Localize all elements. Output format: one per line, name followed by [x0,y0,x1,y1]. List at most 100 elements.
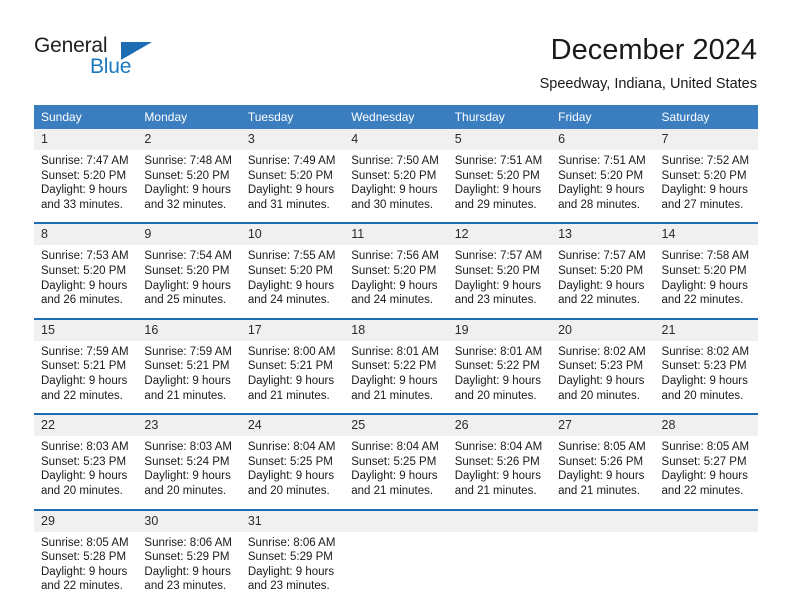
day-sunset-text: Sunset: 5:23 PM [558,360,644,373]
day-cell[interactable]: Sunrise: 7:51 AM Sunset: 5:20 PM Daylight:… [551,150,655,223]
day-daylight-2-text: and 22 minutes. [558,294,640,307]
day-number[interactable]: 4 [344,129,448,150]
day-cell[interactable]: Sunrise: 7:50 AM Sunset: 5:20 PM Daylight:… [344,150,448,223]
day-cell[interactable]: Sunrise: 7:59 AM Sunset: 5:21 PM Daylight:… [34,340,138,414]
day-daylight-1-text: Daylight: 9 hours [454,470,541,483]
day-cell[interactable]: Sunrise: 7:52 AM Sunset: 5:20 PM Daylight:… [654,150,758,223]
day-daylight-2-text: and 23 minutes. [247,580,330,593]
day-cell[interactable]: Sunrise: 7:57 AM Sunset: 5:20 PM Daylight:… [551,245,655,318]
day-cell[interactable]: Sunrise: 7:47 AM Sunset: 5:20 PM Daylight:… [34,150,138,223]
page-subtitle: Speedway, Indiana, United States [539,76,757,92]
day-daylight-2-text: and 25 minutes. [144,294,227,307]
day-number[interactable]: 6 [551,129,655,150]
day-number[interactable]: 24 [240,415,345,437]
day-cell[interactable]: Sunrise: 8:05 AM Sunset: 5:26 PM Daylight:… [551,436,655,509]
day-cell[interactable]: Sunrise: 8:00 AM Sunset: 5:21 PM Daylight:… [240,340,345,414]
day-number[interactable]: 25 [344,415,448,437]
day-cell[interactable]: Sunrise: 7:48 AM Sunset: 5:20 PM Daylight:… [137,150,241,223]
day-number[interactable]: 10 [240,224,345,246]
day-cell[interactable]: Sunrise: 7:49 AM Sunset: 5:20 PM Daylight:… [240,150,345,223]
day-cell[interactable]: Sunrise: 8:06 AM Sunset: 5:29 PM Daylight:… [240,531,345,604]
day-number[interactable]: 1 [34,129,138,150]
week-daynumber-row: 29 30 31 [34,510,758,532]
day-sunset-text: Sunset: 5:20 PM [661,169,747,182]
day-cell[interactable]: Sunrise: 8:03 AM Sunset: 5:24 PM Daylight:… [137,436,241,509]
day-cell[interactable]: Sunrise: 8:05 AM Sunset: 5:27 PM Daylight:… [654,436,758,509]
calendar-body: 1 2 3 4 5 6 7 Sunrise: 7:47 AM Sunset: 5:20 PM Da… [34,129,758,604]
logo-text-general: General [34,34,108,57]
day-cell[interactable]: Sunrise: 7:53 AM Sunset: 5:20 PM Daylight:… [34,245,138,318]
day-number[interactable]: 13 [551,224,655,246]
general-blue-logo[interactable]: General Blue [34,34,154,82]
day-cell[interactable]: Sunrise: 8:04 AM Sunset: 5:25 PM Daylight:… [240,436,345,509]
day-number[interactable]: 19 [447,319,552,341]
day-number[interactable]: 5 [447,129,552,150]
day-number[interactable]: 31 [240,510,345,532]
day-cell[interactable]: Sunrise: 8:02 AM Sunset: 5:23 PM Daylight:… [551,340,655,414]
day-cell[interactable]: Sunrise: 8:01 AM Sunset: 5:22 PM Daylight:… [447,340,552,414]
day-cell[interactable]: Sunrise: 7:56 AM Sunset: 5:20 PM Daylight:… [344,245,448,318]
day-number-empty [551,510,655,532]
day-number[interactable]: 15 [34,319,138,341]
day-number[interactable]: 29 [34,510,138,532]
day-daylight-1-text: Daylight: 9 hours [41,470,128,483]
day-number[interactable]: 7 [654,129,758,150]
day-number[interactable]: 21 [654,319,758,341]
day-number[interactable]: 27 [551,415,655,437]
day-cell[interactable]: Sunrise: 8:04 AM Sunset: 5:25 PM Daylight:… [344,436,448,509]
day-number[interactable]: 12 [447,224,552,246]
day-number[interactable]: 14 [654,224,758,246]
day-cell[interactable]: Sunrise: 7:51 AM Sunset: 5:20 PM Daylight:… [447,150,552,223]
day-daylight-1-text: Daylight: 9 hours [41,565,128,578]
day-daylight-2-text: and 21 minutes. [351,389,434,402]
day-daylight-2-text: and 22 minutes. [41,389,123,402]
day-number[interactable]: 28 [654,415,758,437]
day-cell[interactable]: Sunrise: 7:55 AM Sunset: 5:20 PM Daylight:… [240,245,345,318]
day-daylight-1-text: Daylight: 9 hours [144,470,231,483]
day-sunrise-text: Sunrise: 7:59 AM [144,345,232,358]
day-cell[interactable]: Sunrise: 8:02 AM Sunset: 5:23 PM Daylight:… [654,340,758,414]
day-sunset-text: Sunset: 5:20 PM [351,169,437,182]
day-daylight-1-text: Daylight: 9 hours [351,374,438,387]
weekday-header-thursday: Thursday [447,105,552,129]
day-number[interactable]: 30 [137,510,241,532]
day-cell[interactable]: Sunrise: 7:57 AM Sunset: 5:20 PM Daylight:… [447,245,552,318]
day-number[interactable]: 11 [344,224,448,246]
day-cell[interactable]: Sunrise: 8:03 AM Sunset: 5:23 PM Daylight:… [34,436,138,509]
day-daylight-1-text: Daylight: 9 hours [144,374,231,387]
day-number[interactable]: 20 [551,319,655,341]
day-cell[interactable]: Sunrise: 7:54 AM Sunset: 5:20 PM Daylight:… [137,245,241,318]
day-number[interactable]: 9 [137,224,241,246]
week-dayinfo-row: Sunrise: 7:59 AM Sunset: 5:21 PM Daylight:… [34,340,758,414]
page-header: General Blue December 2024 Speedway, Ind… [0,0,792,100]
logo-text-blue: Blue [90,55,132,78]
day-daylight-1-text: Daylight: 9 hours [661,279,748,292]
day-cell[interactable]: Sunrise: 8:01 AM Sunset: 5:22 PM Daylight:… [344,340,448,414]
day-number[interactable]: 18 [344,319,448,341]
weekday-header-wednesday: Wednesday [344,105,448,129]
day-cell[interactable]: Sunrise: 8:04 AM Sunset: 5:26 PM Daylight:… [447,436,552,509]
day-number[interactable]: 17 [240,319,345,341]
day-number[interactable]: 8 [34,224,138,246]
day-sunset-text: Sunset: 5:20 PM [247,264,333,277]
day-daylight-2-text: and 21 minutes. [351,484,434,497]
day-number[interactable]: 26 [447,415,552,437]
day-daylight-1-text: Daylight: 9 hours [247,470,335,483]
day-sunrise-text: Sunrise: 8:05 AM [661,441,750,454]
day-cell[interactable]: Sunrise: 7:58 AM Sunset: 5:20 PM Daylight:… [654,245,758,318]
day-number[interactable]: 2 [137,129,241,150]
day-sunset-text: Sunset: 5:24 PM [144,455,230,468]
day-number[interactable]: 22 [34,415,138,437]
day-number[interactable]: 3 [240,129,345,150]
day-daylight-2-text: and 21 minutes. [454,484,537,497]
day-daylight-1-text: Daylight: 9 hours [661,374,748,387]
day-number[interactable]: 16 [137,319,241,341]
day-daylight-2-text: and 24 minutes. [247,294,330,307]
day-cell[interactable]: Sunrise: 7:59 AM Sunset: 5:21 PM Daylight:… [137,340,241,414]
week-daynumber-row: 22 23 24 25 26 27 28 [34,415,758,437]
day-daylight-2-text: and 23 minutes. [144,580,227,593]
day-sunrise-text: Sunrise: 8:05 AM [41,536,129,549]
day-cell[interactable]: Sunrise: 8:06 AM Sunset: 5:29 PM Daylight:… [137,531,241,604]
day-number[interactable]: 23 [137,415,241,437]
day-cell[interactable]: Sunrise: 8:05 AM Sunset: 5:28 PM Daylight:… [34,531,138,604]
